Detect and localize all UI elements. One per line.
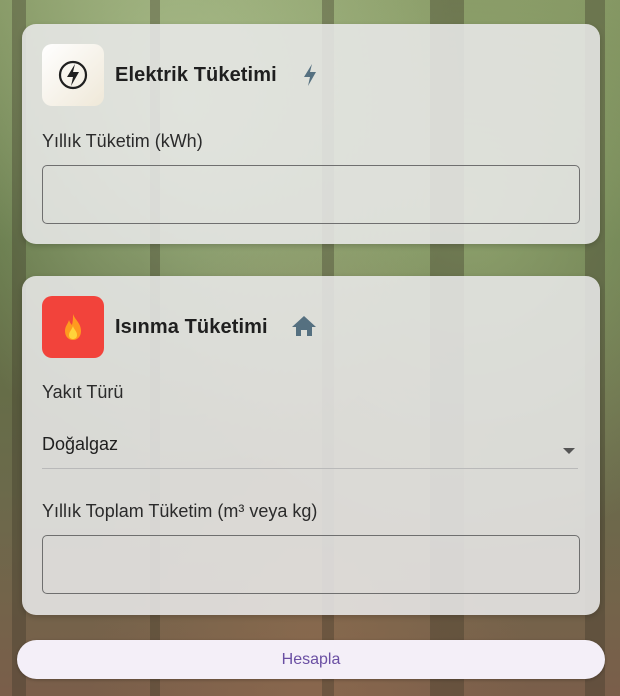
total-consumption-label: Yıllık Toplam Tüketim (m³ veya kg) bbox=[42, 501, 318, 521]
heating-card: Isınma Tüketimi Yakıt Türü Doğalgaz Yıll… bbox=[22, 276, 600, 615]
calculate-button[interactable]: Hesapla bbox=[17, 640, 605, 679]
fuel-type-select[interactable]: Doğalgaz bbox=[42, 424, 578, 469]
electricity-card: Elektrik Tüketimi Yıllık Tüketim (kWh) bbox=[22, 24, 600, 244]
bolt-icon bbox=[302, 63, 318, 92]
home-icon bbox=[291, 315, 317, 342]
fuel-type-label: Yakıt Türü bbox=[42, 382, 124, 402]
flame-icon bbox=[42, 296, 104, 358]
annual-consumption-label: Yıllık Tüketim (kWh) bbox=[42, 131, 203, 151]
fuel-type-selected-value: Doğalgaz bbox=[42, 434, 119, 454]
electricity-title: Elektrik Tüketimi bbox=[115, 64, 277, 86]
power-icon bbox=[42, 44, 104, 106]
chevron-down-icon bbox=[562, 442, 576, 460]
annual-consumption-input[interactable] bbox=[42, 165, 580, 224]
heating-title: Isınma Tüketimi bbox=[115, 316, 268, 338]
total-consumption-input[interactable] bbox=[42, 535, 580, 594]
